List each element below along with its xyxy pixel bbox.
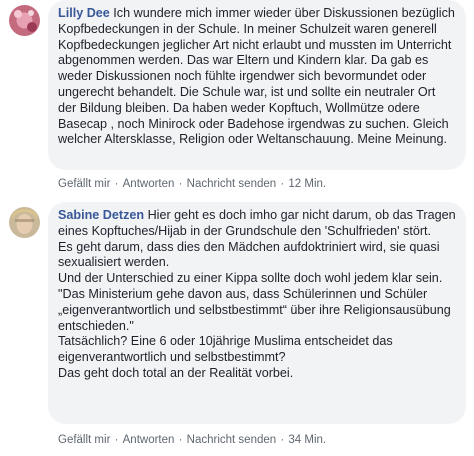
like-link[interactable]: Gefällt mir: [58, 178, 110, 190]
comment-bubble: Lilly Dee Ich wundere mich immer wieder …: [48, 0, 466, 170]
comment-actions: Gefällt mir · Antworten · Nachricht send…: [58, 178, 326, 190]
comment-actions: Gefällt mir · Antworten · Nachricht send…: [58, 434, 326, 446]
comment-text: Sabine Detzen Hier geht es doch imho gar…: [58, 208, 456, 382]
separator: ·: [277, 178, 288, 190]
separator: ·: [277, 434, 288, 446]
like-link[interactable]: Gefällt mir: [58, 434, 110, 446]
comment-body: Ich wundere mich immer wieder über Disku…: [58, 6, 459, 147]
comment-bubble: Sabine Detzen Hier geht es doch imho gar…: [48, 202, 466, 424]
comment-body: Hier geht es doch imho gar nicht darum, …: [58, 208, 456, 380]
send-message-link[interactable]: Nachricht senden: [187, 434, 277, 446]
reply-link[interactable]: Antworten: [123, 434, 175, 446]
avatar[interactable]: [9, 5, 40, 36]
timestamp[interactable]: 34 Min.: [288, 434, 326, 446]
comment-text: Lilly Dee Ich wundere mich immer wieder …: [58, 6, 456, 148]
avatar[interactable]: [9, 207, 40, 238]
reply-link[interactable]: Antworten: [123, 178, 175, 190]
separator: ·: [175, 434, 186, 446]
author-name[interactable]: Lilly Dee: [58, 6, 110, 20]
separator: ·: [175, 178, 186, 190]
send-message-link[interactable]: Nachricht senden: [187, 178, 277, 190]
separator: ·: [111, 434, 122, 446]
timestamp[interactable]: 12 Min.: [288, 178, 326, 190]
separator: ·: [111, 178, 122, 190]
author-name[interactable]: Sabine Detzen: [58, 208, 144, 222]
